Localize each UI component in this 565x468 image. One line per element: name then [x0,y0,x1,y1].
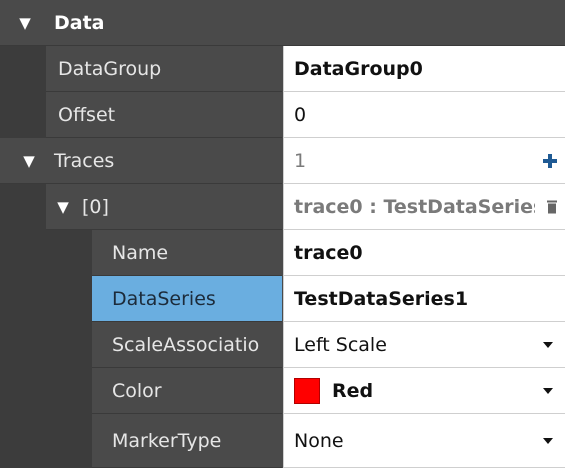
triangle-down-icon[interactable]: ▼ [54,198,72,216]
property-grid: ▼ Data DataGroup DataGroup0 Offset 0 ▼ T… [0,0,565,468]
property-label: DataSeries [92,276,282,322]
property-label: ScaleAssociatio [92,322,282,368]
offset-value[interactable]: 0 [283,92,565,138]
property-label: Offset [46,92,282,138]
property-label: Traces [54,149,115,172]
property-row-offset[interactable]: Offset 0 [0,92,565,138]
property-label: Name [92,230,282,276]
trace-index-label-cell[interactable]: ▼ [0] [46,184,282,230]
property-label: MarkerType [92,414,282,468]
row-gutter [0,230,92,276]
plus-icon[interactable] [543,153,557,168]
property-row-marker-type[interactable]: MarkerType None [0,414,565,468]
property-row-scale-association[interactable]: ScaleAssociatio Left Scale [0,322,565,368]
color-select[interactable]: Red [283,368,565,414]
property-row-color[interactable]: Color Red [0,368,565,414]
chevron-down-icon[interactable] [543,341,553,348]
property-row-dataseries[interactable]: DataSeries TestDataSeries1 [0,276,565,322]
property-label: DataGroup [46,46,282,92]
row-gutter [0,368,92,414]
color-value: Red [332,379,374,402]
scale-association-value: Left Scale [294,333,387,356]
property-row-datagroup[interactable]: DataGroup DataGroup0 [0,46,565,92]
marker-type-value: None [294,429,344,452]
triangle-down-icon[interactable]: ▼ [14,14,36,32]
datagroup-value[interactable]: DataGroup0 [283,46,565,92]
property-row-traces[interactable]: ▼ Traces 1 [0,138,565,184]
trace-index-value: trace0 : TestDataSeries1 [294,195,535,218]
property-label: [0] [82,195,109,218]
row-gutter [0,184,46,230]
section-header-data[interactable]: ▼ Data [0,0,565,46]
row-gutter [0,46,46,92]
row-gutter [0,276,92,322]
scale-association-select[interactable]: Left Scale [283,322,565,368]
row-gutter [0,92,46,138]
color-swatch [294,377,320,404]
property-label: Color [92,368,282,414]
chevron-down-icon[interactable] [543,437,553,444]
name-value[interactable]: trace0 [283,230,565,276]
trace-index-value-cell: trace0 : TestDataSeries1 [283,184,565,230]
chevron-down-icon[interactable] [543,387,553,394]
property-row-trace-0[interactable]: ▼ [0] trace0 : TestDataSeries1 [0,184,565,230]
traces-label-cell[interactable]: ▼ Traces [0,138,282,184]
triangle-down-icon[interactable]: ▼ [20,152,38,170]
traces-count-cell: 1 [283,138,565,184]
section-title: Data [54,11,105,34]
row-gutter [0,414,92,468]
marker-type-select[interactable]: None [283,414,565,468]
dataseries-value[interactable]: TestDataSeries1 [283,276,565,322]
property-row-name[interactable]: Name trace0 [0,230,565,276]
trash-icon[interactable] [547,200,557,213]
row-gutter [0,322,92,368]
traces-count: 1 [294,149,307,172]
